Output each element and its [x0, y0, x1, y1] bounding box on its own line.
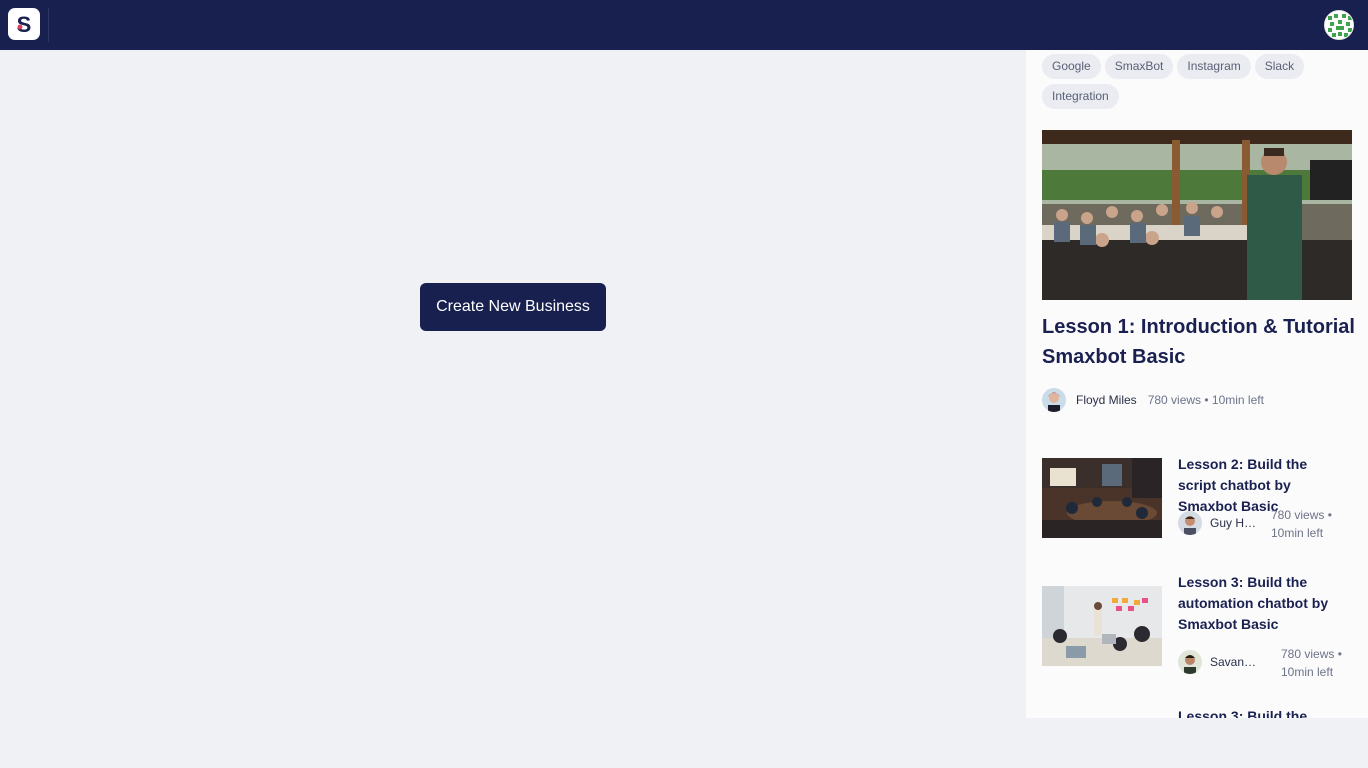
tutorials-panel: Google SmaxBot Instagram Slack Integrati…	[1026, 50, 1368, 718]
tag-instagram[interactable]: Instagram	[1177, 54, 1251, 79]
main-content: Create New Business	[0, 50, 1026, 768]
smaxbot-logo-icon: S	[17, 12, 32, 37]
lesson-author: Guy Ha...	[1178, 511, 1260, 535]
lesson-item[interactable]: Lesson 3: Build the automation chatbot b…	[1042, 572, 1362, 682]
lesson-item[interactable]: Lesson 3: Build the	[1042, 706, 1362, 718]
featured-lesson-meta: Floyd Miles 780 views • 10min left	[1042, 388, 1264, 412]
workshop-photo	[1042, 586, 1162, 666]
lesson-stats: 780 views • 10min left	[1271, 508, 1332, 540]
lesson-stats: 780 views • 10min left	[1147, 393, 1264, 407]
tag-slack[interactable]: Slack	[1254, 54, 1305, 79]
top-navbar: S	[0, 0, 1368, 50]
lesson-thumbnail	[1042, 586, 1162, 666]
smaxbot-logo[interactable]: S	[8, 8, 40, 40]
svg-text:S: S	[17, 12, 32, 37]
tag-google[interactable]: Google	[1042, 54, 1101, 79]
meeting-photo	[1042, 458, 1162, 538]
user-avatar[interactable]	[1324, 10, 1354, 40]
lesson-item[interactable]: Lesson 2: Build the script chatbot by Sm…	[1042, 454, 1362, 554]
author-name: Floyd Miles	[1076, 393, 1137, 407]
author-avatar	[1042, 388, 1066, 412]
author-avatar	[1178, 511, 1202, 535]
topbar-divider	[48, 8, 49, 42]
create-new-business-button[interactable]: Create New Business	[420, 283, 606, 331]
person-icon	[1042, 388, 1066, 412]
lesson-title: Lesson 3: Build the	[1178, 708, 1308, 718]
lesson-stats: 780 views • 10min left	[1281, 647, 1342, 679]
featured-lesson-thumbnail[interactable]	[1042, 130, 1352, 300]
author-name: Savanna...	[1210, 655, 1260, 669]
presentation-photo	[1042, 130, 1352, 300]
author-avatar	[1178, 650, 1202, 674]
lesson-thumbnail	[1042, 458, 1162, 538]
lesson-title: Lesson 3: Build the automation chatbot b…	[1178, 574, 1329, 632]
person-icon	[1178, 511, 1202, 535]
tag-integration[interactable]: Integration	[1042, 84, 1119, 109]
lesson-author: Savanna...	[1178, 650, 1260, 674]
identicon-icon	[1325, 11, 1353, 39]
person-icon	[1178, 650, 1202, 674]
featured-lesson-title[interactable]: Lesson 1: Introduction & Tutorial Smaxbo…	[1042, 312, 1357, 372]
tag-smaxbot[interactable]: SmaxBot	[1104, 54, 1174, 79]
author-name: Guy Ha...	[1210, 516, 1260, 530]
tag-list: Google SmaxBot Instagram Slack Integrati…	[1042, 54, 1362, 109]
